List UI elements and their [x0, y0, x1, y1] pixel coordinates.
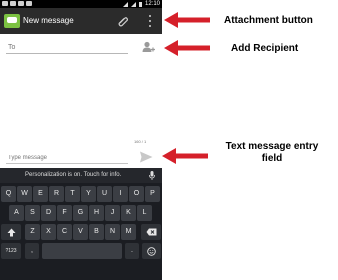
- key-i[interactable]: I: [113, 186, 128, 202]
- paperclip-icon: [118, 17, 128, 27]
- key-m[interactable]: M: [121, 224, 136, 240]
- key-w[interactable]: W: [17, 186, 32, 202]
- key-h[interactable]: H: [89, 205, 104, 221]
- messaging-app-icon[interactable]: [4, 14, 20, 28]
- period-key[interactable]: .: [125, 243, 139, 259]
- space-bar[interactable]: [42, 243, 122, 259]
- key-c[interactable]: C: [57, 224, 72, 240]
- attachment-button[interactable]: [117, 15, 129, 27]
- comma-key[interactable]: ,: [25, 243, 39, 259]
- action-bar: New message: [0, 8, 162, 34]
- key-x[interactable]: X: [41, 224, 56, 240]
- text-entry-annotation-label: Text message entry field: [225, 141, 319, 164]
- key-n[interactable]: N: [105, 224, 120, 240]
- key-a[interactable]: A: [9, 205, 24, 221]
- microphone-icon[interactable]: [149, 171, 155, 180]
- key-g[interactable]: G: [73, 205, 88, 221]
- recipient-field[interactable]: [6, 42, 128, 54]
- battery-icon: [138, 1, 142, 7]
- key-j[interactable]: J: [105, 205, 120, 221]
- emoji-icon: [147, 247, 156, 256]
- key-q[interactable]: Q: [1, 186, 16, 202]
- character-counter: 160 / 1: [134, 139, 147, 144]
- key-e[interactable]: E: [33, 186, 48, 202]
- key-p[interactable]: P: [145, 186, 160, 202]
- signal-icon: [122, 1, 128, 7]
- key-v[interactable]: V: [73, 224, 88, 240]
- key-d[interactable]: D: [41, 205, 56, 221]
- recipient-annotation-arrow: [164, 40, 210, 56]
- key-z[interactable]: Z: [25, 224, 40, 240]
- shift-icon: [7, 228, 15, 237]
- key-f[interactable]: F: [57, 205, 72, 221]
- status-icons: 12:10: [122, 0, 160, 8]
- symbols-key[interactable]: ?123: [1, 243, 21, 259]
- backspace-icon: [146, 228, 156, 236]
- notification-icon: [10, 1, 16, 6]
- clock: 12:10: [144, 1, 160, 7]
- phone-screen: 12:10 New message 160 / 1 Personalizatio…: [0, 0, 162, 280]
- key-k[interactable]: K: [121, 205, 136, 221]
- shift-key[interactable]: [1, 224, 21, 240]
- status-bar: 12:10: [0, 0, 162, 8]
- personalization-notice: Personalization is on. Touch for info.: [25, 172, 122, 178]
- page-title: New message: [23, 16, 74, 25]
- recipient-annotation-label: Add Recipient: [231, 43, 299, 54]
- send-icon: [140, 151, 153, 163]
- notification-icon: [2, 1, 8, 6]
- key-u[interactable]: U: [97, 186, 112, 202]
- backspace-key[interactable]: [141, 224, 161, 240]
- attachment-annotation-label: Attachment button: [224, 15, 313, 26]
- notification-icon: [18, 1, 24, 6]
- wifi-icon: [130, 1, 136, 7]
- key-y[interactable]: Y: [81, 186, 96, 202]
- add-contact-icon: [142, 41, 155, 52]
- soft-keyboard: Personalization is on. Touch for info. Q…: [0, 168, 162, 280]
- key-b[interactable]: B: [89, 224, 104, 240]
- key-t[interactable]: T: [65, 186, 80, 202]
- suggestion-strip[interactable]: Personalization is on. Touch for info.: [0, 168, 162, 183]
- key-l[interactable]: L: [137, 205, 152, 221]
- key-s[interactable]: S: [25, 205, 40, 221]
- notification-icon: [26, 1, 32, 6]
- key-o[interactable]: O: [129, 186, 144, 202]
- notification-icons: [2, 1, 32, 7]
- add-recipient-button[interactable]: [141, 40, 155, 54]
- message-entry-field[interactable]: [6, 152, 128, 164]
- key-r[interactable]: R: [49, 186, 64, 202]
- overflow-menu-icon[interactable]: [146, 15, 154, 27]
- send-button[interactable]: [138, 149, 154, 165]
- emoji-key[interactable]: [142, 243, 161, 259]
